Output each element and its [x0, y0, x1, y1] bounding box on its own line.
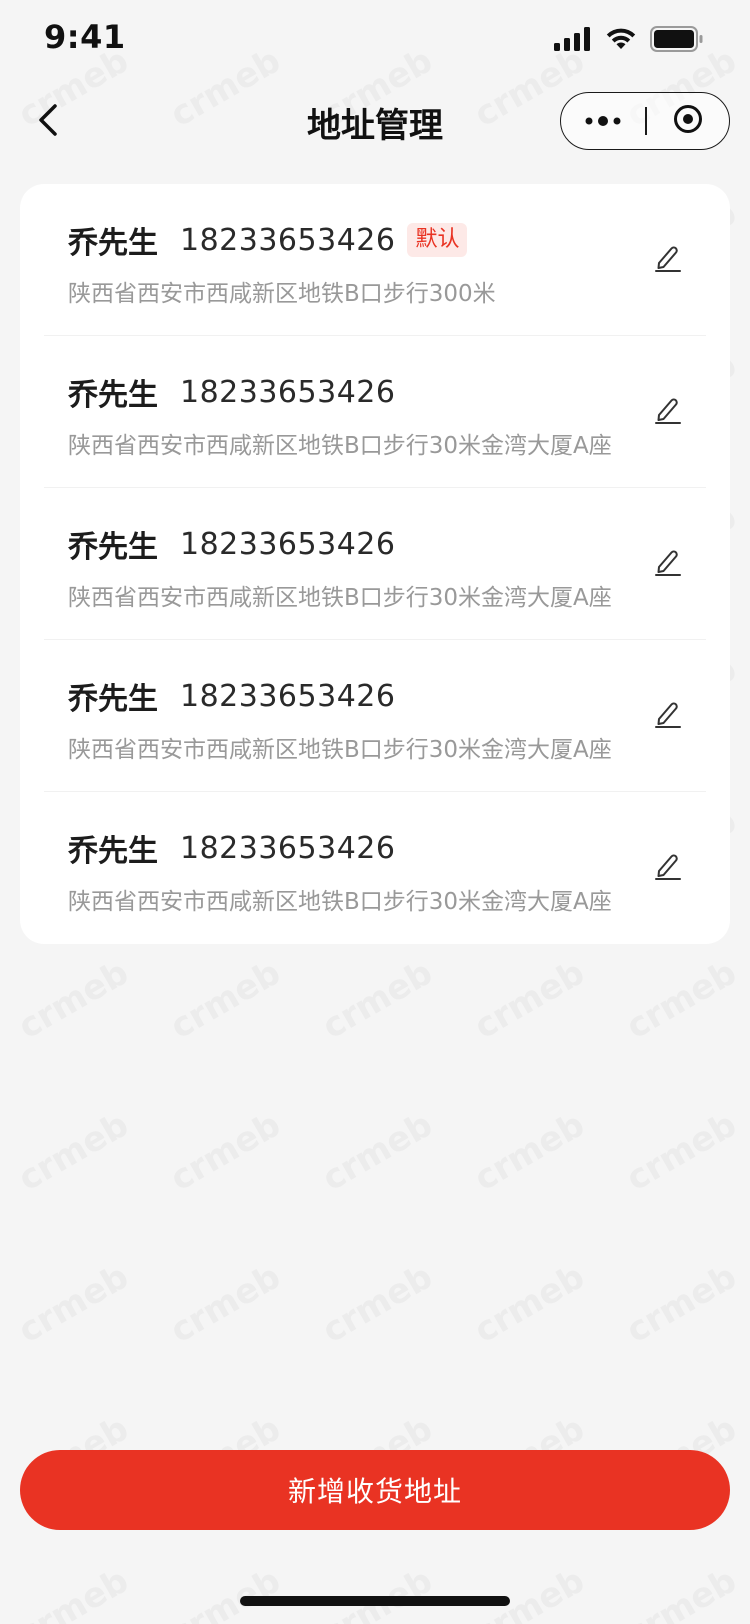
edit-address-button[interactable] [648, 392, 688, 432]
address-header: 乔先生 18233653426 [68, 522, 395, 566]
edit-pencil-icon [653, 243, 683, 277]
edit-pencil-icon [653, 699, 683, 733]
close-mini-program-button[interactable] [647, 93, 730, 149]
mini-program-capsule [560, 92, 730, 150]
edit-pencil-icon [653, 851, 683, 885]
address-phone: 18233653426 [180, 526, 396, 562]
wifi-icon [604, 27, 638, 55]
address-detail: 陕西省西安市西咸新区地铁B口步行30米金湾大厦A座 [68, 585, 612, 611]
address-name: 乔先生 [68, 226, 158, 261]
address-item[interactable]: 乔先生 18233653426 陕西省西安市西咸新区地铁B口步行30米金湾大厦A… [44, 488, 706, 640]
address-detail: 陕西省西安市西咸新区地铁B口步行30米金湾大厦A座 [68, 889, 612, 915]
address-phone: 18233653426 [180, 830, 396, 866]
address-detail: 陕西省西安市西咸新区地铁B口步行30米金湾大厦A座 [68, 433, 612, 459]
address-header: 乔先生 18233653426 [68, 674, 395, 718]
home-indicator [240, 1596, 510, 1606]
address-name: 乔先生 [68, 834, 158, 869]
edit-address-button[interactable] [648, 848, 688, 888]
address-detail: 陕西省西安市西咸新区地铁B口步行30米金湾大厦A座 [68, 737, 612, 763]
edit-address-button[interactable] [648, 240, 688, 280]
status-bar: 9:41 [0, 0, 750, 80]
more-button[interactable] [561, 93, 645, 149]
edit-address-button[interactable] [648, 696, 688, 736]
address-item[interactable]: 乔先生 18233653426 陕西省西安市西咸新区地铁B口步行30米金湾大厦A… [44, 336, 706, 488]
address-item[interactable]: 乔先生 18233653426 默认 陕西省西安市西咸新区地铁B口步行300米 [44, 184, 706, 336]
address-item[interactable]: 乔先生 18233653426 陕西省西安市西咸新区地铁B口步行30米金湾大厦A… [44, 640, 706, 792]
address-header: 乔先生 18233653426 [68, 370, 395, 414]
address-item[interactable]: 乔先生 18233653426 陕西省西安市西咸新区地铁B口步行30米金湾大厦A… [44, 792, 706, 944]
status-time: 9:41 [44, 18, 126, 56]
address-detail: 陕西省西安市西咸新区地铁B口步行300米 [68, 281, 496, 307]
address-phone: 18233653426 [180, 222, 396, 258]
edit-address-button[interactable] [648, 544, 688, 584]
battery-icon [650, 26, 704, 56]
more-dots-icon [584, 112, 622, 131]
address-phone: 18233653426 [180, 374, 396, 410]
address-name: 乔先生 [68, 378, 158, 413]
add-address-button[interactable]: 新增收货地址 [20, 1450, 730, 1530]
address-header: 乔先生 18233653426 [68, 826, 395, 870]
default-badge: 默认 [407, 223, 468, 257]
address-header: 乔先生 18233653426 默认 [68, 218, 468, 262]
address-name: 乔先生 [68, 682, 158, 717]
app-root: crmeb 9:41 [0, 0, 750, 1624]
edit-pencil-icon [653, 395, 683, 429]
cellular-signal-icon [554, 27, 592, 55]
address-name: 乔先生 [68, 530, 158, 565]
nav-bar: 地址管理 [0, 84, 750, 160]
target-close-icon [672, 103, 704, 139]
address-list: 乔先生 18233653426 默认 陕西省西安市西咸新区地铁B口步行300米 … [20, 184, 730, 944]
status-icons [554, 26, 704, 56]
edit-pencil-icon [653, 547, 683, 581]
address-phone: 18233653426 [180, 678, 396, 714]
